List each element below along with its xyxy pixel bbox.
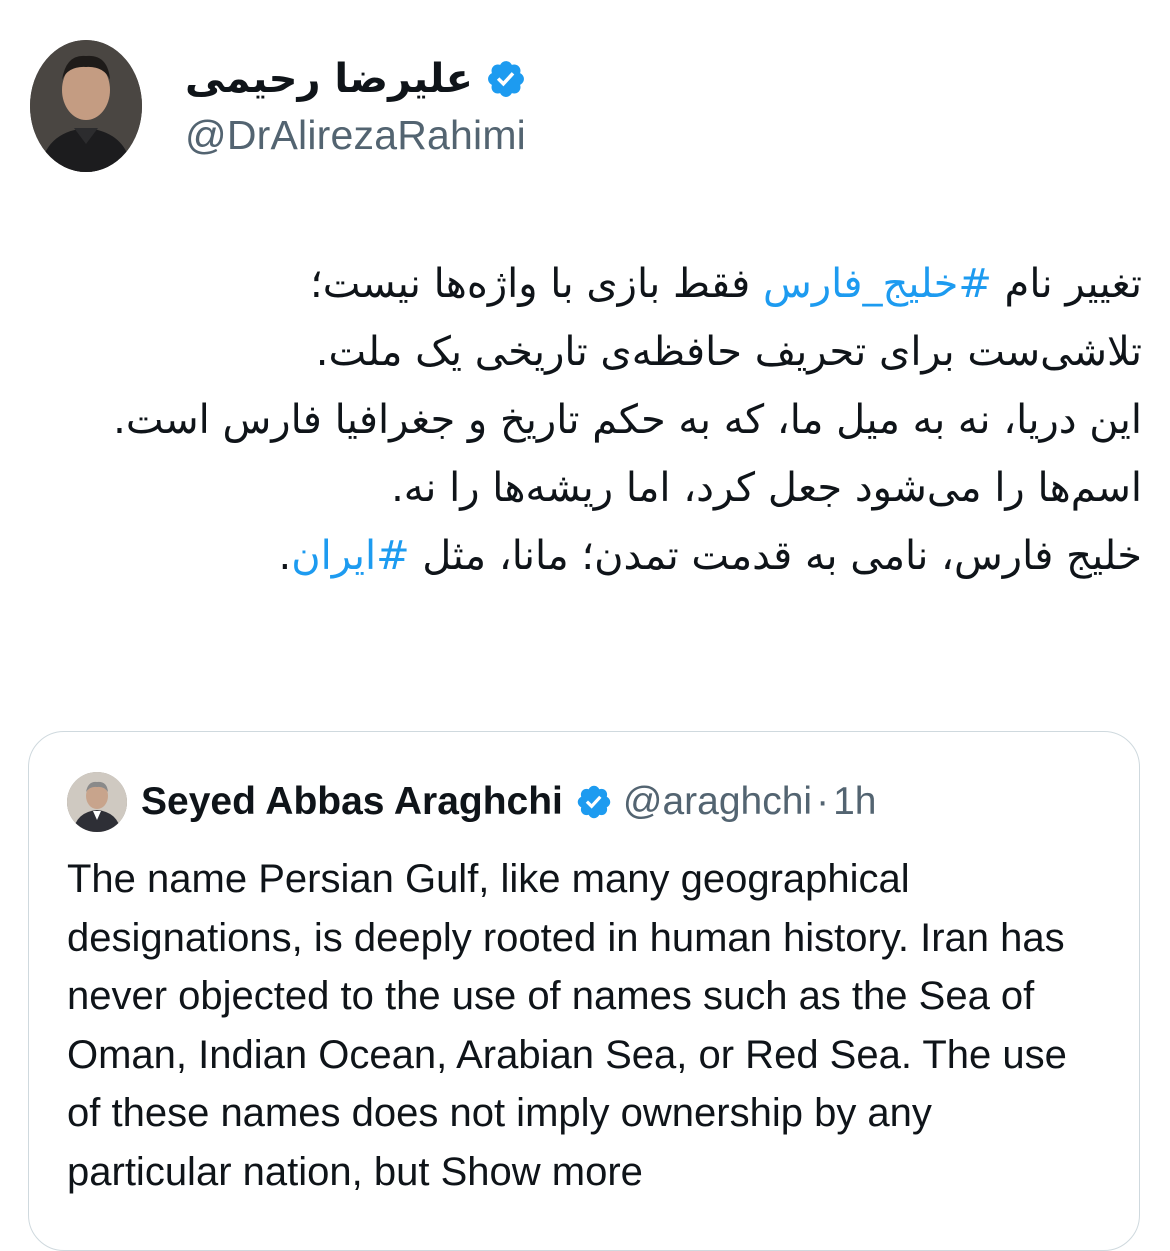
author-display-name[interactable]: علیرضا رحیمی: [185, 56, 473, 102]
author-names: علیرضا رحیمی @DrAlirezaRahimi: [185, 48, 605, 159]
tweet-text-segment: خلیج فارس، نامی به قدمت تمدن؛ مانا، مثل: [409, 533, 1142, 579]
quoted-tweet-body: The name Persian Gulf, like many geograp…: [67, 857, 1067, 1194]
quoted-author-name[interactable]: Seyed Abbas Araghchi: [141, 780, 563, 824]
tweet-text: تغییر نام #خلیج_فارس فقط بازی با واژه‌ها…: [32, 250, 1142, 590]
tweet-line: اسم‌ها را می‌شود جعل کرد، اما ریشه‌ها را…: [391, 465, 1142, 511]
quoted-tweet-text: The name Persian Gulf, like many geograp…: [67, 850, 1107, 1201]
tweet-text-segment: تغییر نام: [991, 261, 1142, 307]
hashtag-link[interactable]: #ایران: [291, 533, 409, 579]
quoted-author-handle[interactable]: @araghchi: [623, 780, 812, 824]
quoted-tweet-card[interactable]: Seyed Abbas Araghchi @araghchi · 1h The …: [28, 731, 1140, 1251]
tweet-line: این دریا، نه به میل ما، که به حکم تاریخ …: [113, 397, 1142, 443]
tweet-text-segment: .: [278, 533, 292, 579]
verified-badge-icon[interactable]: [575, 783, 613, 821]
quoted-author-avatar[interactable]: [67, 772, 127, 832]
tweet-text-segment: فقط بازی با واژه‌ها نیست؛: [309, 261, 764, 307]
author-avatar[interactable]: [30, 40, 142, 172]
hashtag-link[interactable]: #خلیج_فارس: [763, 261, 992, 307]
display-name-row: علیرضا رحیمی: [185, 48, 605, 110]
quoted-tweet-header: Seyed Abbas Araghchi @araghchi · 1h: [67, 772, 877, 832]
quoted-tweet-timestamp[interactable]: 1h: [833, 780, 876, 824]
dot-separator: ·: [816, 780, 830, 823]
author-handle[interactable]: @DrAlirezaRahimi: [185, 112, 605, 159]
verified-badge-icon[interactable]: [485, 58, 527, 100]
tweet-line: خلیج فارس، نامی به قدمت تمدن؛ مانا، مثل …: [32, 522, 1142, 590]
tweet-line: تلاشی‌ست برای تحریف حافظه‌ی تاریخی یک مل…: [315, 329, 1142, 375]
tweet-line: تغییر نام #خلیج_فارس فقط بازی با واژه‌ها…: [32, 250, 1142, 318]
tweet-author-header: علیرضا رحیمی @DrAlirezaRahimi: [30, 40, 630, 172]
show-more-link[interactable]: Show more: [441, 1150, 643, 1194]
